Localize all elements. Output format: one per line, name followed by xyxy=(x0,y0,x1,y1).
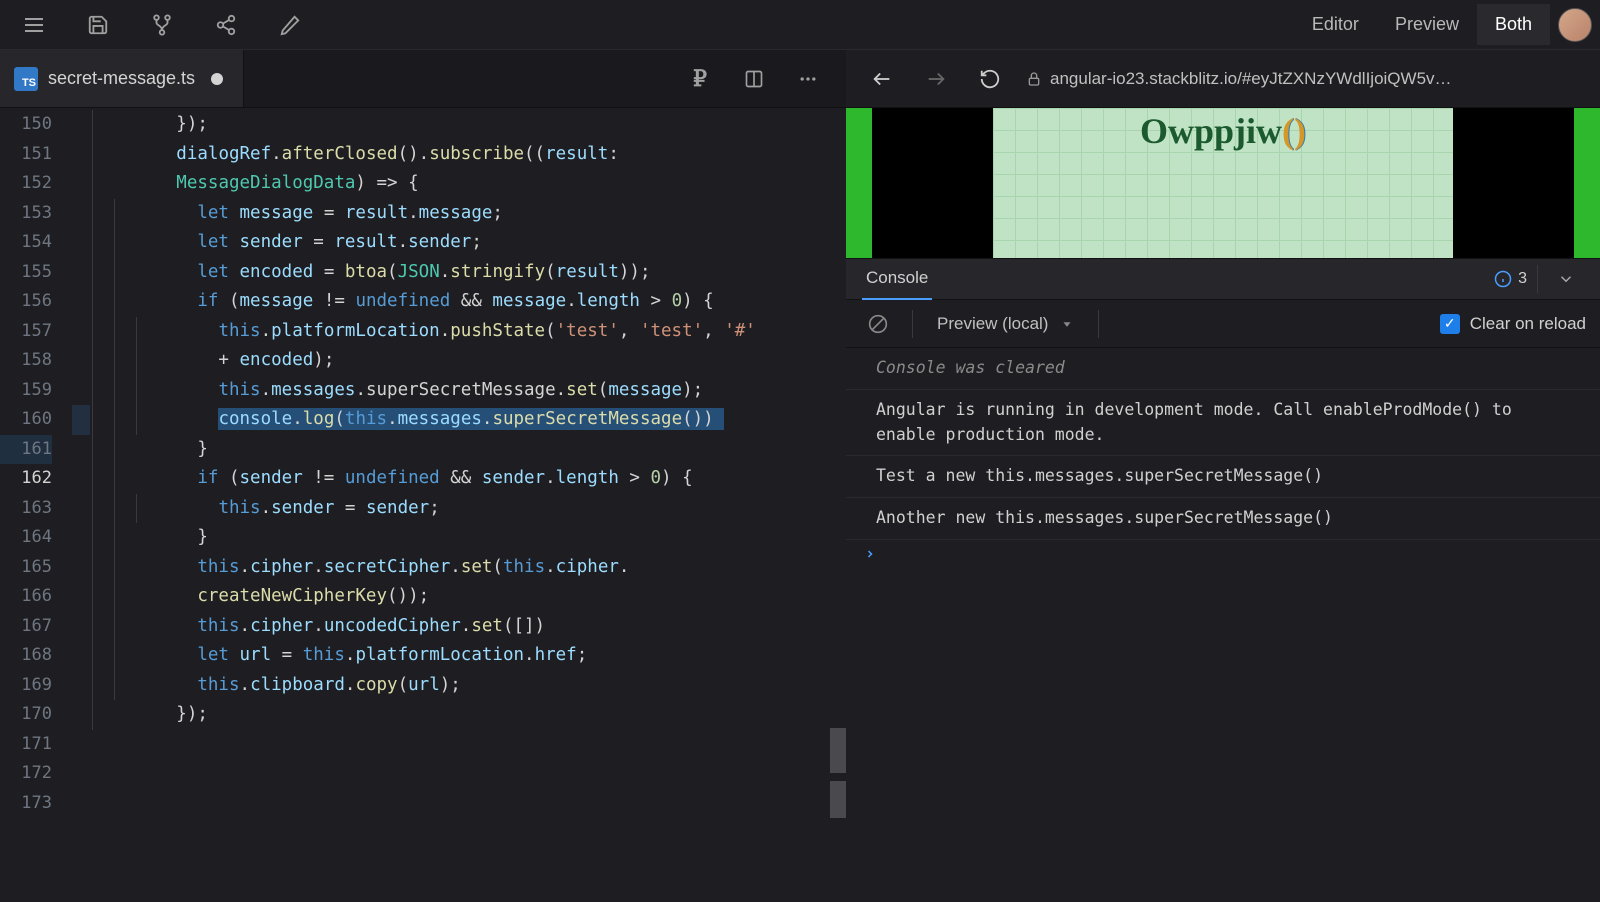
forward-icon[interactable] xyxy=(918,61,954,97)
back-icon[interactable] xyxy=(864,61,900,97)
save-icon[interactable] xyxy=(80,7,116,43)
tab-editor[interactable]: Editor xyxy=(1294,4,1377,45)
console-toolbar: Preview (local) ✓ Clear on reload xyxy=(846,300,1600,348)
url-text: angular-io23.stackblitz.io/#eyJtZXNzYWdl… xyxy=(1050,69,1452,89)
avatar[interactable] xyxy=(1558,8,1592,42)
console-tab[interactable]: Console xyxy=(862,258,932,300)
console-row: Console was cleared xyxy=(846,348,1600,390)
format-icon[interactable]: ₽ xyxy=(682,61,718,97)
clear-console-icon[interactable] xyxy=(860,306,896,342)
secondary-bar: TS secret-message.ts ₽ angular-io23.stac… xyxy=(0,50,1600,108)
url-bar[interactable]: angular-io23.stackblitz.io/#eyJtZXNzYWdl… xyxy=(1026,69,1582,89)
preview-title: Owppjiw() xyxy=(1140,110,1306,258)
preview-pane: Owppjiw() Console 3 xyxy=(846,108,1600,902)
console-prompt[interactable] xyxy=(846,540,1600,568)
dropdown-icon xyxy=(1060,317,1074,331)
info-badge[interactable]: 3 xyxy=(1494,270,1527,288)
tab-both[interactable]: Both xyxy=(1477,4,1550,45)
clear-on-reload-toggle[interactable]: ✓ Clear on reload xyxy=(1440,314,1586,334)
tab-preview[interactable]: Preview xyxy=(1377,4,1477,45)
fork-icon[interactable] xyxy=(144,7,180,43)
split-editor-icon[interactable] xyxy=(736,61,772,97)
lock-icon xyxy=(1026,71,1042,87)
edit-icon[interactable] xyxy=(272,7,308,43)
file-tab[interactable]: TS secret-message.ts xyxy=(0,50,244,107)
console-row: Test a new this.messages.superSecretMess… xyxy=(846,456,1600,498)
ts-badge-icon: TS xyxy=(14,67,38,91)
editor-pane[interactable]: 1501511521531541551561571581591601611621… xyxy=(0,108,846,902)
line-gutter: 1501511521531541551561571581591601611621… xyxy=(0,108,72,902)
info-icon xyxy=(1494,270,1512,288)
browser-bar: angular-io23.stackblitz.io/#eyJtZXNzYWdl… xyxy=(846,50,1600,107)
chevron-down-icon[interactable] xyxy=(1548,261,1584,297)
reload-icon[interactable] xyxy=(972,61,1008,97)
preview-viewport[interactable]: Owppjiw() xyxy=(846,108,1600,258)
console-body[interactable]: Console was clearedAngular is running in… xyxy=(846,348,1600,902)
more-icon[interactable] xyxy=(790,61,826,97)
console-context-select[interactable]: Preview (local) xyxy=(929,310,1082,338)
console-header: Console 3 xyxy=(846,258,1600,300)
editor-tabs: TS secret-message.ts ₽ xyxy=(0,50,846,107)
console-row: Another new this.messages.superSecretMes… xyxy=(846,498,1600,540)
file-tab-name: secret-message.ts xyxy=(48,68,195,89)
checkbox-icon: ✓ xyxy=(1440,314,1460,334)
top-toolbar: Editor Preview Both xyxy=(0,0,1600,50)
code-area[interactable]: }); dialogRef.afterClosed().subscribe((r… xyxy=(72,108,846,902)
share-icon[interactable] xyxy=(208,7,244,43)
dirty-indicator-icon xyxy=(211,73,223,85)
console-row: Angular is running in development mode. … xyxy=(846,390,1600,457)
menu-icon[interactable] xyxy=(16,7,52,43)
info-count: 3 xyxy=(1518,270,1527,288)
